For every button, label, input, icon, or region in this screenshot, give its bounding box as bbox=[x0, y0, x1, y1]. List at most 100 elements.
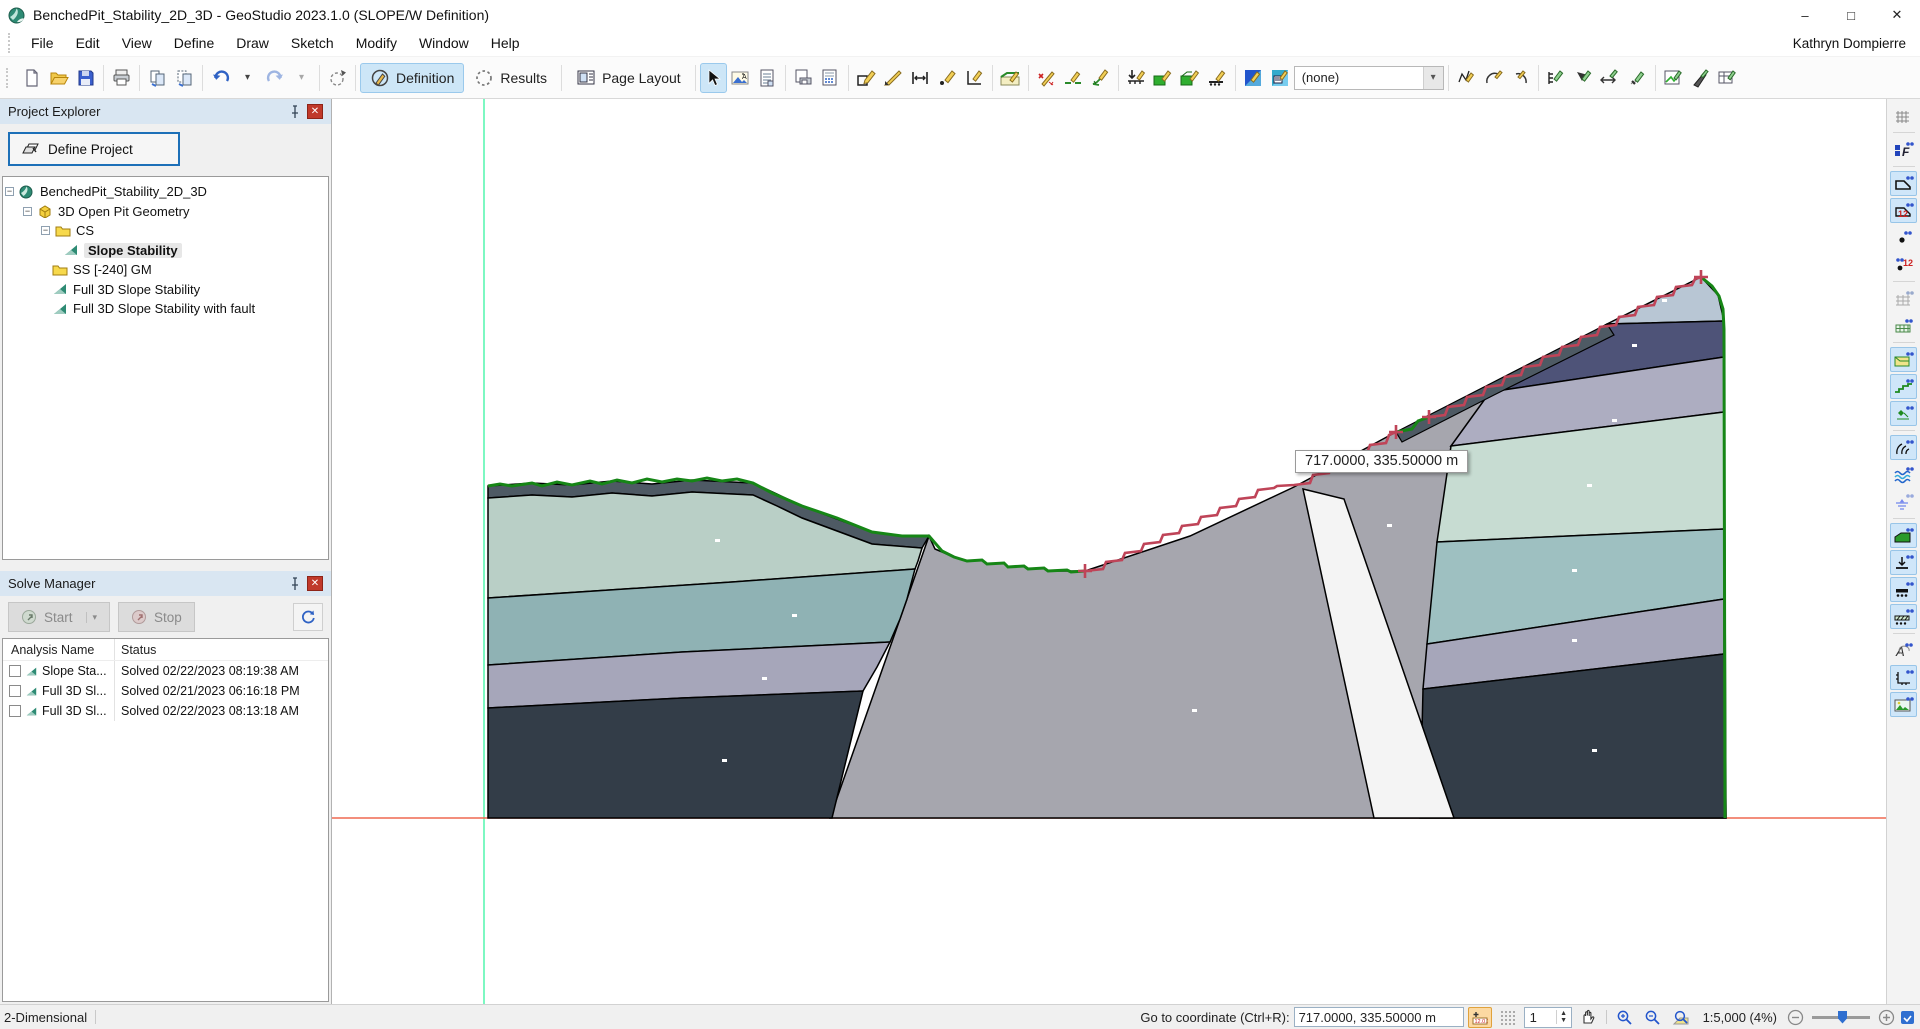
keyboard-entry-tool[interactable] bbox=[1543, 63, 1570, 93]
paste-special-button[interactable] bbox=[171, 63, 198, 93]
new-button[interactable] bbox=[18, 63, 45, 93]
zoom-increase-button[interactable] bbox=[1878, 1009, 1895, 1026]
view-point-loads-toggle[interactable] bbox=[1890, 550, 1917, 575]
coordinate-input[interactable] bbox=[1293, 1007, 1464, 1027]
menu-file[interactable]: File bbox=[20, 33, 65, 53]
move-tool[interactable] bbox=[1597, 63, 1624, 93]
draw-ground-surface-tool[interactable] bbox=[997, 63, 1024, 93]
menu-define[interactable]: Define bbox=[163, 33, 225, 53]
maximize-button[interactable]: □ bbox=[1828, 0, 1874, 30]
collapse-icon[interactable]: − bbox=[41, 226, 50, 236]
view-slip-directions-toggle[interactable] bbox=[1890, 401, 1917, 426]
page-setup-tool[interactable] bbox=[817, 63, 844, 93]
print-button[interactable] bbox=[108, 63, 135, 93]
page-spinner[interactable]: 1 ▲ ▼ bbox=[1523, 1006, 1572, 1028]
undo-dropdown-caret[interactable]: ▾ bbox=[234, 63, 261, 93]
draw-materials-tool[interactable] bbox=[1150, 63, 1177, 93]
save-button[interactable] bbox=[72, 63, 99, 93]
row-checkbox[interactable] bbox=[9, 685, 21, 697]
col-analysis-name[interactable]: Analysis Name bbox=[3, 639, 115, 660]
pan-tool[interactable] bbox=[1576, 1007, 1600, 1028]
undo-button[interactable] bbox=[207, 63, 234, 93]
menubar-grip[interactable] bbox=[8, 33, 14, 53]
zoom-in-tool[interactable] bbox=[1613, 1007, 1637, 1028]
analysis-row-1[interactable]: Slope Sta... Solved 02/22/2023 08:19:38 … bbox=[3, 661, 328, 681]
tree-item-ss-folder[interactable]: SS [-240] GM bbox=[5, 260, 326, 280]
zoom-slider[interactable] bbox=[1812, 1010, 1870, 1024]
draw-regions-tool[interactable] bbox=[853, 63, 880, 93]
view-material-boundary-toggle[interactable] bbox=[1890, 374, 1917, 399]
keyin-functions-button[interactable] bbox=[1267, 63, 1294, 93]
view-axes-toggle[interactable] bbox=[1890, 665, 1917, 690]
tree-item-geometry[interactable]: − 3D Open Pit Geometry bbox=[5, 202, 326, 222]
minimize-button[interactable]: – bbox=[1782, 0, 1828, 30]
pin-icon[interactable] bbox=[287, 576, 303, 592]
col-status[interactable]: Status bbox=[115, 643, 328, 657]
menu-sketch[interactable]: Sketch bbox=[280, 33, 345, 53]
row-checkbox[interactable] bbox=[9, 665, 21, 677]
tab-results[interactable]: Results bbox=[464, 63, 557, 93]
start-dropdown-caret[interactable]: ▾ bbox=[85, 611, 97, 623]
fit-extents-button[interactable] bbox=[1899, 1009, 1916, 1026]
verify-tool[interactable] bbox=[1453, 63, 1480, 93]
pin-icon[interactable] bbox=[287, 104, 303, 120]
menu-view[interactable]: View bbox=[111, 33, 163, 53]
modify-objects-tool[interactable] bbox=[1033, 63, 1060, 93]
draw-reinforcement-tool[interactable] bbox=[1204, 63, 1231, 93]
redo-dropdown-caret[interactable]: ▾ bbox=[288, 63, 315, 93]
reorient-button[interactable] bbox=[324, 63, 351, 93]
row-checkbox[interactable] bbox=[9, 705, 21, 717]
tree-item-cs-folder[interactable]: − CS bbox=[5, 221, 326, 241]
view-images-toggle[interactable] bbox=[1890, 692, 1917, 717]
toolbar-grip[interactable] bbox=[6, 67, 12, 88]
view-materials-toggle[interactable] bbox=[1890, 347, 1917, 372]
menu-draw[interactable]: Draw bbox=[225, 33, 280, 53]
view-points-toggle[interactable] bbox=[1890, 225, 1917, 250]
tab-definition[interactable]: Definition bbox=[360, 62, 465, 93]
zoom-slider-handle[interactable] bbox=[1838, 1010, 1847, 1024]
view-pwp-toggle[interactable] bbox=[1890, 462, 1917, 487]
view-labels-toggle[interactable]: A bbox=[1890, 638, 1917, 663]
define-analyses-button[interactable] bbox=[1660, 63, 1687, 93]
zoom-decrease-button[interactable] bbox=[1787, 1009, 1804, 1026]
report-tool[interactable] bbox=[754, 63, 781, 93]
menu-edit[interactable]: Edit bbox=[65, 33, 111, 53]
define-project-button[interactable]: Define Project bbox=[8, 132, 180, 166]
collapse-icon[interactable]: − bbox=[5, 187, 14, 197]
copy-special-button[interactable] bbox=[144, 63, 171, 93]
snap-grid-toggle[interactable] bbox=[1496, 1007, 1520, 1028]
draw-slip-entry-exit-tool[interactable] bbox=[1060, 63, 1087, 93]
view-mesh-toggle[interactable] bbox=[1890, 286, 1917, 311]
view-surcharge-toggle[interactable] bbox=[1890, 523, 1917, 548]
refresh-button[interactable] bbox=[293, 603, 323, 631]
view-point-numbers-toggle[interactable]: 12 bbox=[1890, 252, 1917, 277]
view-mesh-properties-toggle[interactable] bbox=[1890, 313, 1917, 338]
tree-item-full3d-fault[interactable]: Full 3D Slope Stability with fault bbox=[5, 299, 326, 319]
tree-item-full3d[interactable]: Full 3D Slope Stability bbox=[5, 280, 326, 300]
redo-button[interactable] bbox=[261, 63, 288, 93]
rotate-right-tool[interactable] bbox=[1507, 63, 1534, 93]
menu-help[interactable]: Help bbox=[480, 33, 531, 53]
draw-points-tool[interactable] bbox=[934, 63, 961, 93]
start-button[interactable]: Start ▾ bbox=[8, 602, 111, 632]
tree-item-project[interactable]: − BenchedPit_Stability_2D_3D bbox=[5, 182, 326, 202]
view-reinforcement-toggle[interactable] bbox=[1890, 604, 1917, 629]
rotate-left-tool[interactable] bbox=[1480, 63, 1507, 93]
zoom-out-tool[interactable] bbox=[1641, 1007, 1665, 1028]
menu-modify[interactable]: Modify bbox=[345, 33, 408, 53]
select-modify-tool[interactable] bbox=[1570, 63, 1597, 93]
view-slip-surfaces-toggle[interactable] bbox=[1890, 435, 1917, 460]
keyin-materials-button[interactable] bbox=[1240, 63, 1267, 93]
tab-page-layout[interactable]: Page Layout bbox=[566, 63, 691, 93]
zoom-region-tool[interactable] bbox=[1669, 1007, 1693, 1028]
draw-slip-radius-tool[interactable] bbox=[1087, 63, 1114, 93]
drawing-canvas[interactable]: 717.0000, 335.50000 m bbox=[332, 99, 1886, 1004]
sketch-text-button[interactable] bbox=[1687, 63, 1714, 93]
region-dark-slate-left[interactable] bbox=[487, 690, 864, 819]
analysis-row-3[interactable]: Full 3D Sl... Solved 02/22/2023 08:13:18… bbox=[3, 701, 328, 721]
collapse-icon[interactable]: − bbox=[23, 206, 32, 216]
coordinate-display-toggle[interactable]: 12.0.1 bbox=[1467, 1006, 1492, 1028]
open-button[interactable] bbox=[45, 63, 72, 93]
draw-axes-tool[interactable] bbox=[961, 63, 988, 93]
erase-tool[interactable] bbox=[1624, 63, 1651, 93]
